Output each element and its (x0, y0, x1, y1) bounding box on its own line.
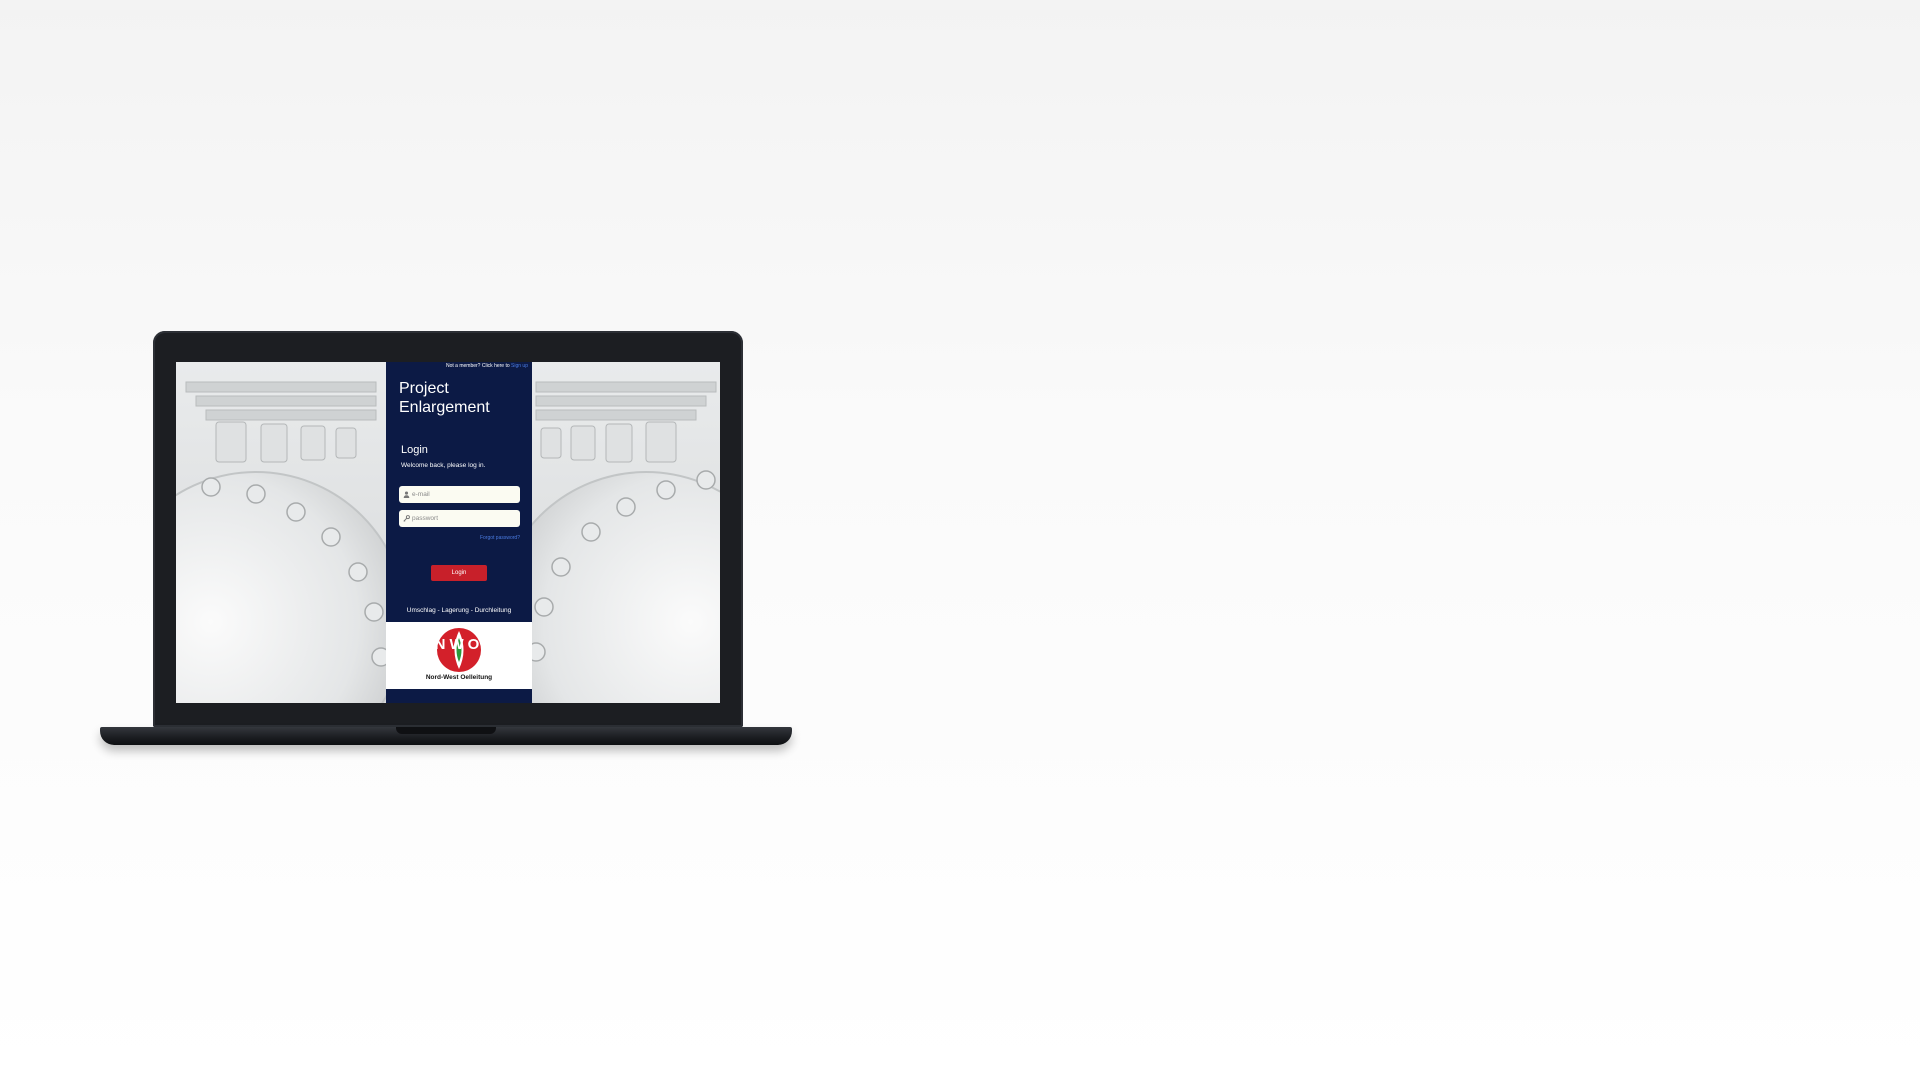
app-title-line-1: Project (399, 380, 449, 397)
nwo-logo-letters: NWO (434, 636, 484, 653)
login-button[interactable]: Login (431, 565, 487, 581)
login-heading: Login (401, 444, 428, 456)
not-member-text: Not a member? Click here to (446, 363, 510, 369)
app-title-line-2: Enlargement (399, 399, 490, 416)
password-input[interactable] (410, 515, 517, 522)
signup-bar: Not a member? Click here to Sign up (386, 362, 532, 371)
laptop-hinge-notch (396, 727, 496, 734)
user-icon (403, 491, 410, 498)
company-logo-box: NWO Nord-West Oelleitung (386, 622, 532, 689)
welcome-text: Welcome back, please log in. (401, 462, 486, 469)
app-title: Project Enlargement (399, 379, 525, 417)
email-field[interactable] (399, 486, 520, 503)
forgot-password-link[interactable]: Forgot password? (386, 535, 520, 541)
password-field[interactable] (399, 510, 520, 527)
login-panel: Not a member? Click here to Sign up Proj… (386, 362, 532, 703)
signup-link[interactable]: Sign up (511, 363, 528, 369)
laptop-screen: Not a member? Click here to Sign up Proj… (176, 362, 720, 703)
email-input[interactable] (410, 491, 517, 498)
key-icon (403, 515, 410, 522)
company-tagline: Umschlag - Lagerung - Durchleitung (406, 607, 512, 614)
laptop-mockup: Not a member? Click here to Sign up Proj… (0, 0, 1920, 1080)
company-name: Nord-West Oelleitung (425, 674, 493, 681)
